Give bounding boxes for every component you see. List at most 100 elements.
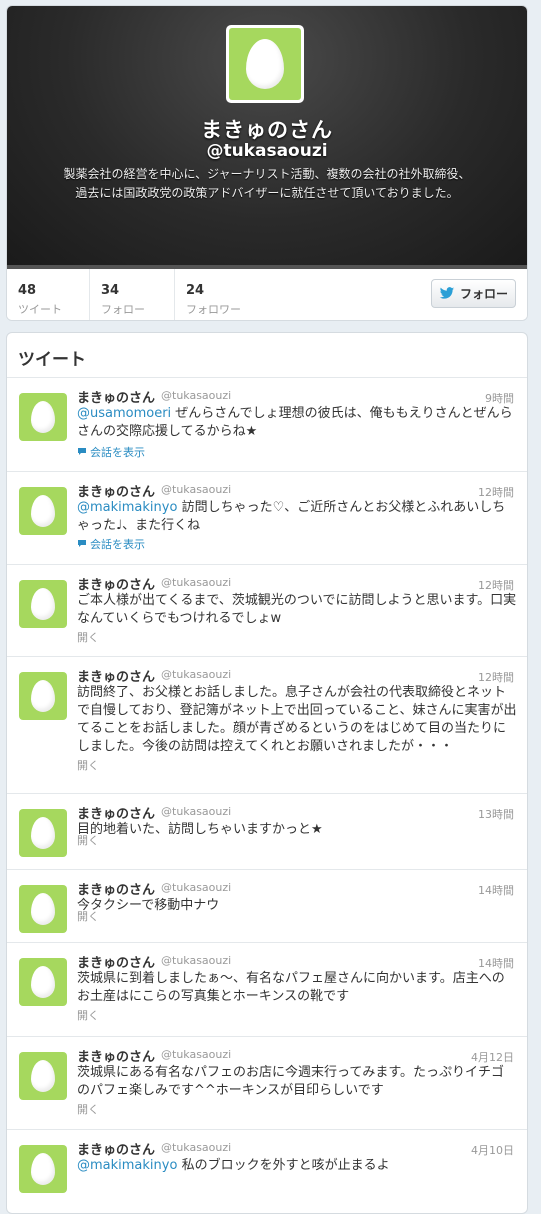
open-tweet-link[interactable]: 開く <box>77 1007 99 1023</box>
tweet-author-handle: @tukasaouzi <box>161 668 232 681</box>
profile-card: まきゅのさん @tukasaouzi 製薬会社の経営を中心に、ジャーナリスト活動… <box>6 5 528 321</box>
stat-following[interactable]: 34 フォロー <box>90 269 175 320</box>
tweet-item[interactable]: まきゅのさん @tukasaouzi 9時間 @usamomoeri ぜんらさんでしょ… <box>7 378 527 472</box>
tweet-author-name[interactable]: まきゅのさん <box>77 666 155 685</box>
tweet-timestamp[interactable]: 4月10日 <box>471 1142 514 1158</box>
tweet-item[interactable]: まきゅのさん @tukasaouzi 14時間 茨城県に到着しましたぁ〜、有名なパフェ… <box>7 943 527 1037</box>
tweet-timestamp[interactable]: 12時間 <box>478 669 514 685</box>
profile-name: まきゅのさん <box>201 118 333 142</box>
tweet-mention-link[interactable]: @makimakinyo <box>77 500 177 515</box>
tweets-header: ツイート <box>7 333 527 378</box>
tweet-text: 茨城県に到着しましたぁ〜、有名なパフェ屋さんに向かいます。店主へのお土産はにこら… <box>77 970 517 1006</box>
tweets-header-title: ツイート <box>18 350 86 370</box>
stat-following-label: フォロー <box>101 303 145 316</box>
view-conversation-label: 会話を表示 <box>90 446 145 459</box>
view-conversation-link[interactable]: 会話を表示 <box>77 536 145 552</box>
stat-followers-label: フォロワー <box>186 303 241 316</box>
egg-avatar-icon[interactable] <box>19 1052 67 1100</box>
tweet-author-handle: @tukasaouzi <box>161 576 232 589</box>
tweet-item[interactable]: まきゅのさん @tukasaouzi 12時間 訪問終了、お父様とお話しました。息子さ… <box>7 657 527 794</box>
stat-followers[interactable]: 24 フォロワー <box>175 269 265 320</box>
egg-avatar-icon[interactable] <box>19 580 67 628</box>
profile-stats: 48 ツイート 34 フォロー 24 フォロワー フォロー <box>7 269 527 320</box>
stat-tweets-count: 48 <box>18 283 37 298</box>
tweet-item[interactable]: まきゅのさん @tukasaouzi 12時間 @makimakinyo 訪問しちゃっ… <box>7 472 527 565</box>
egg-avatar-icon <box>229 28 301 100</box>
profile-avatar[interactable] <box>226 25 304 103</box>
view-conversation-link[interactable]: 会話を表示 <box>77 444 145 460</box>
tweet-text: 目的地着いた、訪問しちゃいますかっと★ <box>77 821 517 839</box>
profile-bio-line-2: 過去には国政政党の政策アドバイザーに就任させて頂いておりました。 <box>75 186 459 200</box>
tweet-body: 茨城県にある有名なパフェのお店に今週末行ってみます。たっぷりイチゴのパフェ楽しみ… <box>77 1065 505 1098</box>
follow-button-label: フォロー <box>459 287 508 301</box>
egg-avatar-icon[interactable] <box>19 672 67 720</box>
tweet-timestamp[interactable]: 13時間 <box>478 806 514 822</box>
tweet-author-name[interactable]: まきゅのさん <box>77 1139 155 1158</box>
tweet-timestamp[interactable]: 14時間 <box>478 882 514 898</box>
tweet-author-handle: @tukasaouzi <box>161 1048 232 1061</box>
tweet-author-handle: @tukasaouzi <box>161 483 232 496</box>
stat-tweets[interactable]: 48 ツイート <box>7 269 90 320</box>
speech-bubble-icon <box>78 540 86 547</box>
tweet-timestamp[interactable]: 9時間 <box>485 390 514 406</box>
tweet-item[interactable]: まきゅのさん @tukasaouzi 4月12日 茨城県にある有名なパフェのお店に今週… <box>7 1037 527 1130</box>
tweet-body: 茨城県に到着しましたぁ〜、有名なパフェ屋さんに向かいます。店主へのお土産はにこら… <box>77 971 505 1004</box>
tweet-item[interactable]: まきゅのさん @tukasaouzi 13時間目的地着いた、訪問しちゃいますかっと★… <box>7 794 527 870</box>
tweet-author-handle: @tukasaouzi <box>161 805 232 818</box>
tweet-text: 今タクシーで移動中ナウ <box>77 897 517 915</box>
stat-following-count: 34 <box>101 283 120 298</box>
egg-avatar-icon[interactable] <box>19 809 67 857</box>
tweet-author-handle: @tukasaouzi <box>161 954 232 967</box>
profile-handle: @tukasaouzi <box>206 141 328 161</box>
stat-tweets-label: ツイート <box>18 303 62 316</box>
tweet-timestamp[interactable]: 12時間 <box>478 577 514 593</box>
tweet-text: @makimakinyo 訪問しちゃった♡、ご近所さんとお父様とふれあいしちゃっ… <box>77 499 517 535</box>
tweet-author-name[interactable]: まきゅのさん <box>77 481 155 500</box>
tweet-item[interactable]: まきゅのさん @tukasaouzi 12時間 ご本人様が出てくるまで、茨城観光のつい… <box>7 565 527 657</box>
view-conversation-label: 会話を表示 <box>90 538 145 551</box>
open-tweet-link[interactable]: 開く <box>77 832 99 848</box>
open-tweet-link[interactable]: 開く <box>77 629 99 645</box>
open-tweet-link[interactable]: 開く <box>77 1101 99 1117</box>
tweet-item[interactable]: まきゅのさん @tukasaouzi 4月10日 @makimakinyo 私のブロッ… <box>7 1130 527 1213</box>
egg-avatar-icon[interactable] <box>19 885 67 933</box>
tweet-timestamp[interactable]: 14時間 <box>478 955 514 971</box>
tweet-author-name[interactable]: まきゅのさん <box>77 387 155 406</box>
tweets-panel: ツイート まきゅのさん @tukasaouzi 9時間 @usamomoeri ぜんら… <box>6 332 528 1214</box>
tweet-author-name[interactable]: まきゅのさん <box>77 952 155 971</box>
tweet-body: 目的地着いた、訪問しちゃいますかっと★ <box>77 822 323 837</box>
follow-button[interactable]: フォロー <box>431 279 516 308</box>
tweet-text: 茨城県にある有名なパフェのお店に今週末行ってみます。たっぷりイチゴのパフェ楽しみ… <box>77 1064 517 1100</box>
stat-followers-count: 24 <box>186 283 205 298</box>
tweet-mention-link[interactable]: @usamomoeri <box>77 406 171 421</box>
tweet-author-name[interactable]: まきゅのさん <box>77 879 155 898</box>
speech-bubble-icon <box>78 448 86 455</box>
open-tweet-link[interactable]: 開く <box>77 908 99 924</box>
tweet-timestamp[interactable]: 4月12日 <box>471 1049 514 1065</box>
tweet-item[interactable]: まきゅのさん @tukasaouzi 14時間 今タクシーで移動中ナウ 開く <box>7 870 527 943</box>
egg-avatar-icon[interactable] <box>19 393 67 441</box>
profile-bio: 製薬会社の経営を中心に、ジャーナリスト活動、複数の会社の社外取締役、 過去には国… <box>37 165 497 203</box>
profile-bio-line-1: 製薬会社の経営を中心に、ジャーナリスト活動、複数の会社の社外取締役、 <box>63 167 471 181</box>
open-tweet-link[interactable]: 開く <box>77 757 99 773</box>
profile-header: まきゅのさん @tukasaouzi 製薬会社の経営を中心に、ジャーナリスト活動… <box>7 6 527 269</box>
tweet-text: ご本人様が出てくるまで、茨城観光のついでに訪問しようと思います。口実なんていくら… <box>77 592 517 628</box>
twitter-bird-icon <box>439 287 455 299</box>
tweet-author-handle: @tukasaouzi <box>161 881 232 894</box>
tweet-author-name[interactable]: まきゅのさん <box>77 574 155 593</box>
tweet-text: @makimakinyo 私のブロックを外すと咳が止まるよ <box>77 1157 517 1175</box>
tweet-timestamp[interactable]: 12時間 <box>478 484 514 500</box>
egg-avatar-icon[interactable] <box>19 487 67 535</box>
tweet-mention-link[interactable]: @makimakinyo <box>77 1158 177 1173</box>
tweet-author-handle: @tukasaouzi <box>161 389 232 402</box>
egg-avatar-icon[interactable] <box>19 958 67 1006</box>
tweet-author-name[interactable]: まきゅのさん <box>77 1046 155 1065</box>
tweet-author-name[interactable]: まきゅのさん <box>77 803 155 822</box>
tweet-body: ご本人様が出てくるまで、茨城観光のついでに訪問しようと思います。口実なんていくら… <box>77 593 517 626</box>
tweet-text: 訪問終了、お父様とお話しました。息子さんが会社の代表取締役とネットで自慢しており… <box>77 684 517 756</box>
tweet-body: 訪問終了、お父様とお話しました。息子さんが会社の代表取締役とネットで自慢しており… <box>77 685 517 754</box>
tweet-body: 私のブロックを外すと咳が止まるよ <box>177 1158 390 1173</box>
tweet-text: @usamomoeri ぜんらさんでしょ理想の彼氏は、俺ももえりさんとぜんらさん… <box>77 405 517 441</box>
egg-avatar-icon[interactable] <box>19 1145 67 1193</box>
tweet-author-handle: @tukasaouzi <box>161 1141 232 1154</box>
